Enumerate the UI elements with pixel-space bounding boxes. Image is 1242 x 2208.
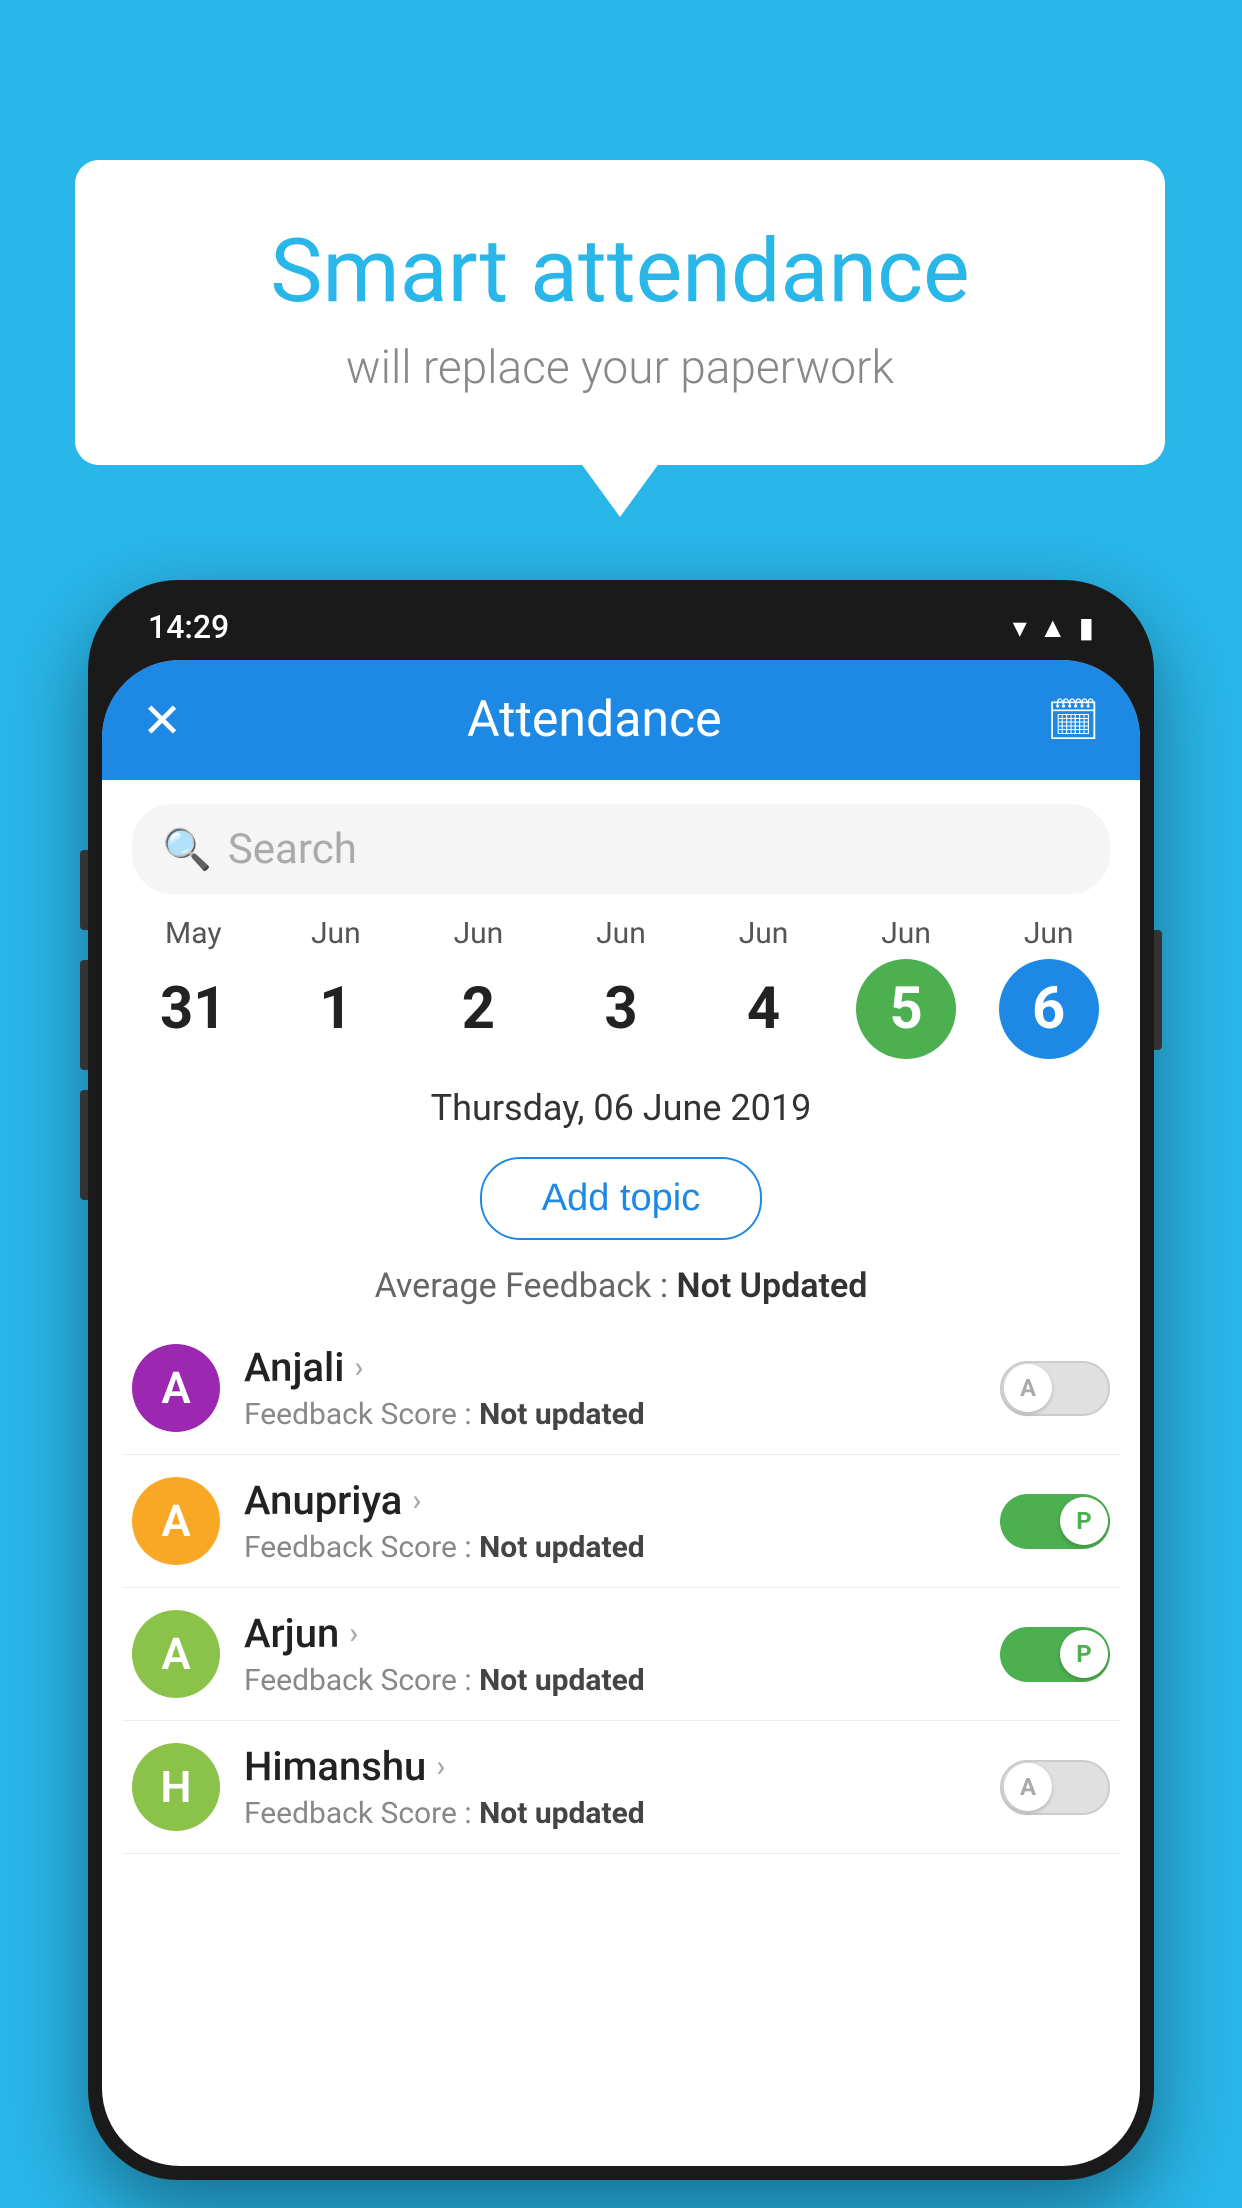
- student-name-text-0: Anjali: [244, 1344, 344, 1391]
- student-name-2: Arjun ›: [244, 1610, 976, 1657]
- student-avatar-3: H: [132, 1743, 220, 1831]
- cal-month-2: Jun: [454, 916, 504, 951]
- power-button: [1154, 930, 1162, 1050]
- cal-date-2: 2: [428, 959, 528, 1059]
- student-avatar-2: A: [132, 1610, 220, 1698]
- app-title: Attendance: [142, 691, 1047, 749]
- toggle-knob-3: A: [1004, 1763, 1052, 1811]
- student-name-0: Anjali ›: [244, 1344, 976, 1391]
- search-bar[interactable]: 🔍 Search: [132, 804, 1110, 894]
- calendar-icon[interactable]: 🗓: [1047, 696, 1100, 745]
- student-list: AAnjali ›Feedback Score : Not updatedAAA…: [102, 1322, 1140, 1854]
- student-chevron-1: ›: [412, 1483, 421, 1518]
- toggle-knob-2: P: [1060, 1630, 1108, 1678]
- app-header: ✕ Attendance 🗓: [102, 660, 1140, 780]
- feedback-label-2: Feedback Score :: [244, 1663, 472, 1698]
- calendar-day-4[interactable]: Jun 4: [714, 916, 814, 1059]
- calendar-day-2[interactable]: Jun 2: [428, 916, 528, 1059]
- student-name-3: Himanshu ›: [244, 1743, 976, 1790]
- average-feedback-label: Average Feedback :: [375, 1266, 669, 1306]
- student-item-1[interactable]: A Anupriya › Feedback Score : Not updated P: [122, 1455, 1120, 1588]
- phone-screen: ✕ Attendance 🗓 🔍 Search May31Jun1Jun2Jun…: [102, 660, 1140, 2166]
- feedback-label-3: Feedback Score :: [244, 1796, 472, 1831]
- average-feedback-value: Not Updated: [677, 1266, 868, 1306]
- toggle-knob-1: P: [1060, 1497, 1108, 1545]
- student-name-text-1: Anupriya: [244, 1477, 402, 1524]
- student-item-3[interactable]: H Himanshu › Feedback Score : Not updated A: [122, 1721, 1120, 1854]
- cal-month-3: Jun: [596, 916, 646, 951]
- wifi-icon: ▾: [1013, 611, 1027, 644]
- volume-down-button: [80, 960, 88, 1070]
- student-name-text-2: Arjun: [244, 1610, 339, 1657]
- feedback-label-0: Feedback Score :: [244, 1397, 472, 1432]
- student-avatar-0: A: [132, 1344, 220, 1432]
- student-item-0[interactable]: A Anjali › Feedback Score : Not updated A: [122, 1322, 1120, 1455]
- student-info-1: Anupriya › Feedback Score : Not updated: [244, 1477, 976, 1565]
- student-chevron-3: ›: [436, 1749, 445, 1784]
- cal-date-5: 5: [856, 959, 956, 1059]
- calendar-day-6[interactable]: Jun 6: [999, 916, 1099, 1059]
- cal-date-4: 4: [714, 959, 814, 1059]
- add-topic-button[interactable]: Add topic: [480, 1157, 762, 1240]
- attendance-toggle-1[interactable]: P: [1000, 1494, 1110, 1549]
- calendar-day-0[interactable]: May 31: [143, 916, 243, 1059]
- feedback-label-1: Feedback Score :: [244, 1530, 472, 1565]
- cal-date-1: 1: [286, 959, 386, 1059]
- cal-date-3: 3: [571, 959, 671, 1059]
- speech-bubble-subtitle: will replace your paperwork: [155, 341, 1085, 395]
- calendar-day-1[interactable]: Jun 1: [286, 916, 386, 1059]
- cal-date-6: 6: [999, 959, 1099, 1059]
- selected-date: Thursday, 06 June 2019: [102, 1059, 1140, 1139]
- feedback-value-3: Not updated: [479, 1796, 645, 1831]
- student-name-text-3: Himanshu: [244, 1743, 426, 1790]
- attendance-toggle-2[interactable]: P: [1000, 1627, 1110, 1682]
- toggle-knob-0: A: [1004, 1364, 1052, 1412]
- feedback-value-2: Not updated: [479, 1663, 645, 1698]
- attendance-toggle-3[interactable]: A: [1000, 1760, 1110, 1815]
- student-feedback-0: Feedback Score : Not updated: [244, 1397, 976, 1432]
- student-avatar-1: A: [132, 1477, 220, 1565]
- status-icons: ▾ ▲ ▮: [1013, 611, 1094, 644]
- calendar-day-5[interactable]: Jun 5: [856, 916, 956, 1059]
- student-feedback-1: Feedback Score : Not updated: [244, 1530, 976, 1565]
- average-feedback: Average Feedback : Not Updated: [102, 1258, 1140, 1322]
- speech-bubble: Smart attendance will replace your paper…: [75, 160, 1165, 465]
- cal-month-1: Jun: [311, 916, 361, 951]
- volume-up-button: [80, 850, 88, 930]
- student-feedback-3: Feedback Score : Not updated: [244, 1796, 976, 1831]
- phone-notch: [561, 580, 681, 625]
- battery-icon: ▮: [1079, 611, 1094, 644]
- student-chevron-0: ›: [354, 1350, 363, 1385]
- speech-bubble-title: Smart attendance: [155, 220, 1085, 323]
- cal-month-5: Jun: [881, 916, 931, 951]
- student-name-1: Anupriya ›: [244, 1477, 976, 1524]
- calendar-row: May 31 Jun 1 Jun 2 Jun 3 Jun 4 Jun 5 Jun 6: [102, 906, 1140, 1059]
- cal-month-0: May: [165, 916, 221, 951]
- student-info-0: Anjali › Feedback Score : Not updated: [244, 1344, 976, 1432]
- signal-icon: ▲: [1039, 611, 1067, 644]
- phone-frame: 14:29 ▾ ▲ ▮ ✕ Attendance 🗓 🔍 Search May 3…: [88, 580, 1154, 2180]
- student-info-2: Arjun › Feedback Score : Not updated: [244, 1610, 976, 1698]
- feedback-value-1: Not updated: [479, 1530, 645, 1565]
- student-item-2[interactable]: A Arjun › Feedback Score : Not updated P: [122, 1588, 1120, 1721]
- search-icon: 🔍: [162, 826, 212, 873]
- calendar-day-3[interactable]: Jun 3: [571, 916, 671, 1059]
- silent-button: [80, 1090, 88, 1200]
- status-time: 14:29: [148, 608, 229, 646]
- cal-month-4: Jun: [739, 916, 789, 951]
- student-feedback-2: Feedback Score : Not updated: [244, 1663, 976, 1698]
- student-info-3: Himanshu › Feedback Score : Not updated: [244, 1743, 976, 1831]
- attendance-toggle-0[interactable]: A: [1000, 1361, 1110, 1416]
- search-input[interactable]: Search: [228, 825, 357, 874]
- cal-month-6: Jun: [1024, 916, 1074, 951]
- feedback-value-0: Not updated: [479, 1397, 645, 1432]
- student-chevron-2: ›: [349, 1616, 358, 1651]
- cal-date-0: 31: [143, 959, 243, 1059]
